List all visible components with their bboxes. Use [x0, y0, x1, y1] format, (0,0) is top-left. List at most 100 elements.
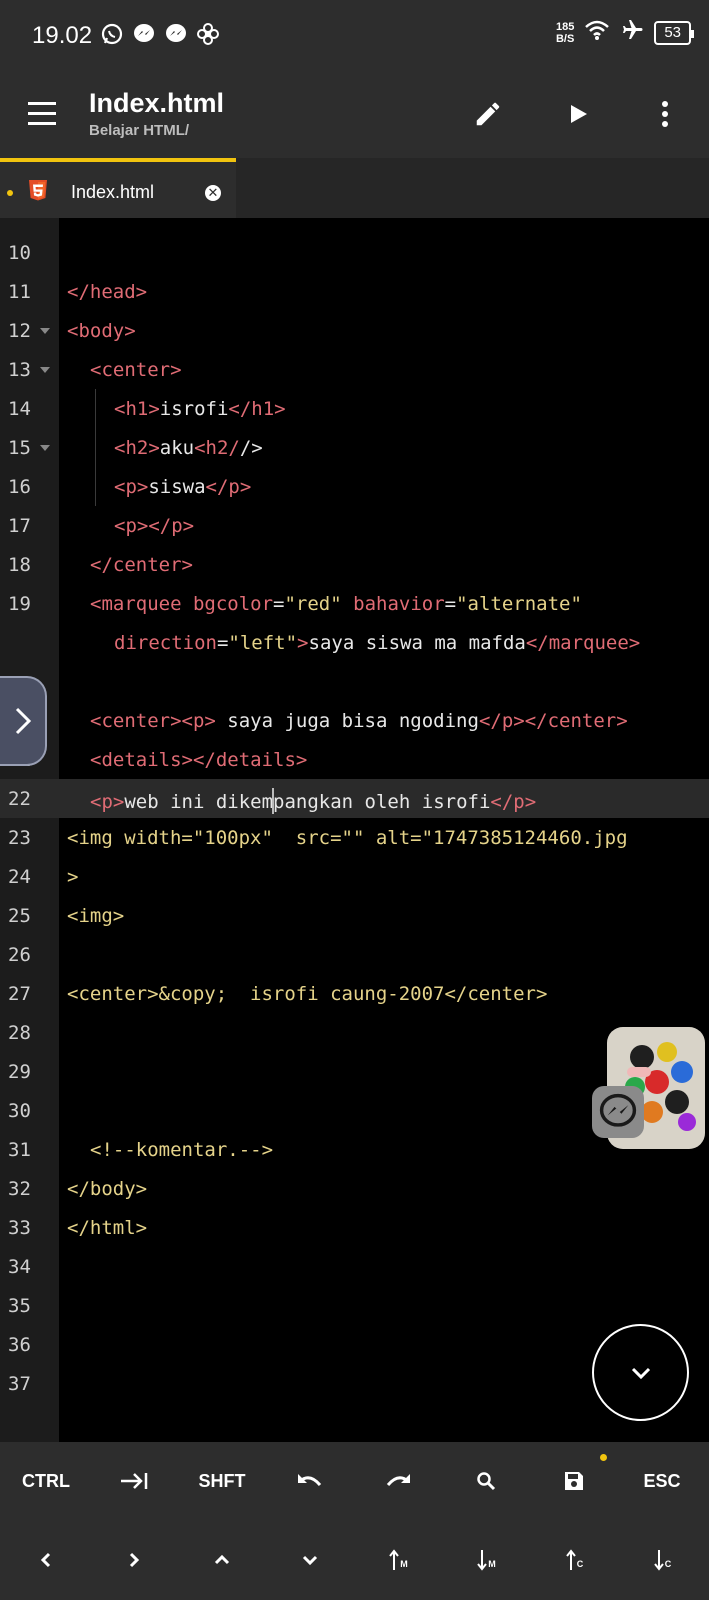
breadcrumb: Belajar HTML/: [89, 122, 190, 139]
code-line: 26: [0, 935, 709, 974]
tab-key[interactable]: [90, 1451, 178, 1511]
notification-icons: [100, 22, 220, 46]
code-line: 12 <body>: [0, 311, 709, 350]
esc-key[interactable]: ESC: [618, 1451, 706, 1511]
code-text: <center>: [90, 359, 182, 381]
messenger-icon: [164, 22, 188, 46]
code-line: 25 <img>: [0, 896, 709, 935]
whatsapp-icon: [100, 22, 124, 46]
down-arrow-key[interactable]: [266, 1530, 354, 1590]
code-line: 27 <center>&copy; isrofi caung-2007</cen…: [0, 974, 709, 1013]
fold-icon[interactable]: [40, 367, 50, 373]
line-number: 14: [8, 398, 31, 420]
code-text: <!--komentar.-->: [90, 1139, 274, 1161]
up-arrow-key[interactable]: [178, 1530, 266, 1590]
more-vertical-icon: [662, 101, 668, 127]
run-button[interactable]: [558, 94, 598, 134]
status-bar: 19.02 185 B/S 53: [0, 0, 709, 72]
redo-key[interactable]: [354, 1451, 442, 1511]
undo-key[interactable]: [266, 1451, 354, 1511]
code-text: </center>: [90, 554, 193, 576]
line-number: 37: [8, 1373, 31, 1395]
code-text: <p></p>: [114, 515, 195, 537]
line-number: 24: [8, 866, 31, 888]
line-number: 31: [8, 1139, 31, 1161]
status-right: 185 B/S 53: [556, 18, 694, 47]
right-arrow-key[interactable]: [90, 1530, 178, 1590]
scroll-down-button[interactable]: [592, 1324, 689, 1421]
save-key[interactable]: [530, 1451, 618, 1511]
line-number: 15: [8, 437, 31, 459]
fold-icon[interactable]: [40, 328, 50, 334]
chevron-left-icon: [40, 1552, 51, 1568]
code-line-active: 22 <p>web ini dikempangkan oleh isrofi</…: [0, 779, 709, 818]
app-bar: Index.html Belajar HTML/: [0, 72, 709, 158]
code-line: 28: [0, 1013, 709, 1052]
line-number: 30: [8, 1100, 31, 1122]
edit-button[interactable]: [468, 94, 508, 134]
line-number: 28: [8, 1022, 31, 1044]
copy-down-key[interactable]: C: [618, 1530, 706, 1590]
code-text: direction="left">saya siswa ma mafda</ma…: [114, 632, 641, 654]
line-number: 23: [8, 827, 31, 849]
code-line: 34: [0, 1247, 709, 1286]
line-number: 36: [8, 1334, 31, 1356]
close-icon[interactable]: ✕: [205, 185, 221, 201]
line-number: 11: [8, 281, 31, 303]
line-number: 29: [8, 1061, 31, 1083]
indent-guide: [95, 389, 96, 506]
arrow-down-icon: [477, 1550, 488, 1571]
left-arrow-key[interactable]: [2, 1530, 90, 1590]
undo-icon: [298, 1474, 322, 1486]
code-text: <img width="100px" src="" alt="174738512…: [67, 827, 628, 849]
code-line: 10: [0, 233, 709, 272]
line-number: 35: [8, 1295, 31, 1317]
line-number: 26: [8, 944, 31, 966]
fan-icon: [196, 22, 220, 46]
code-line: 32 </body>: [0, 1169, 709, 1208]
move-up-key[interactable]: M: [354, 1530, 442, 1590]
unsaved-dot: [7, 190, 13, 196]
menu-icon[interactable]: [28, 102, 58, 126]
ctrl-key[interactable]: CTRL: [2, 1451, 90, 1511]
code-text: <center><p> saya juga bisa ngoding</p></…: [90, 710, 628, 732]
save-icon: [565, 1472, 583, 1490]
wifi-icon: [584, 19, 610, 46]
fold-icon[interactable]: [40, 445, 50, 451]
tab-label: Index.html: [71, 182, 155, 202]
line-number: 33: [8, 1217, 31, 1239]
redo-icon: [386, 1474, 410, 1486]
code-line: 33 </html>: [0, 1208, 709, 1247]
search-key[interactable]: [442, 1451, 530, 1511]
code-line: 21 <details></details>: [0, 740, 709, 779]
code-text: <img>: [67, 905, 125, 927]
line-number: 27: [8, 983, 31, 1005]
tab-index-html[interactable]: Index.html ✕: [0, 158, 236, 218]
side-panel-handle[interactable]: [0, 676, 47, 766]
code-line: 23 <img width="100px" src="" alt="174738…: [0, 818, 709, 857]
overflow-menu-button[interactable]: [645, 94, 685, 134]
code-text: <marquee bgcolor="red" bahavior="alterna…: [90, 593, 582, 615]
move-down-key[interactable]: M: [442, 1530, 530, 1590]
code-line: 17 <p></p>: [0, 506, 709, 545]
battery-indicator: 53: [654, 20, 694, 45]
code-editor[interactable]: 10 11 </head> 12 <body> 13 <center> 14 <…: [0, 218, 709, 1442]
shift-key[interactable]: SHFT: [178, 1451, 266, 1511]
messenger-chat-head[interactable]: [592, 1086, 644, 1138]
copy-up-key[interactable]: C: [530, 1530, 618, 1590]
status-time: 19.02: [32, 22, 93, 49]
code-line: 15 <h2>aku<h2//>: [0, 428, 709, 467]
html5-icon: [29, 180, 47, 201]
code-text: >: [67, 866, 79, 888]
code-text: <h1>isrofi</h1>: [114, 398, 286, 420]
line-number: 10: [8, 242, 31, 264]
line-number: 12: [8, 320, 31, 342]
messenger-icon: [132, 22, 156, 46]
code-text: <p>web ini dikempangkan oleh isrofi</p>: [90, 788, 536, 814]
code-text: <body>: [67, 320, 136, 342]
line-number: 22: [8, 788, 31, 810]
line-number: 34: [8, 1256, 31, 1278]
chevron-right-icon: [15, 707, 31, 735]
line-number: 13: [8, 359, 31, 381]
code-line: 16 <p>siswa</p>: [0, 467, 709, 506]
